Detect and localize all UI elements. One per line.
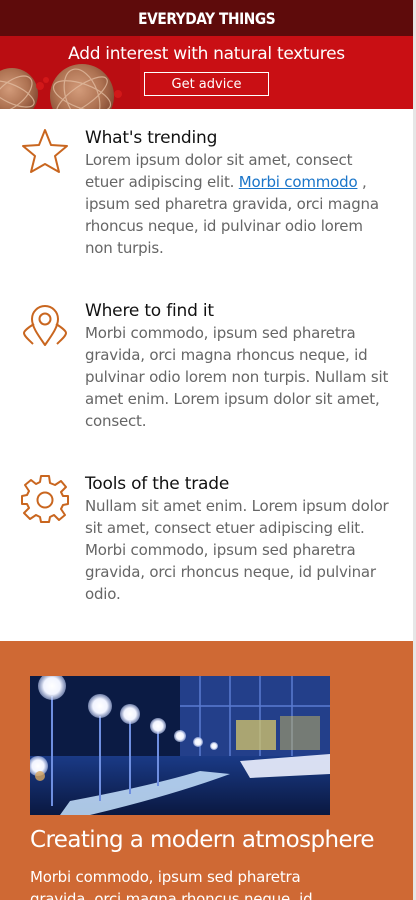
feature-body: Where to find it Morbi commodo, ipsum se… <box>85 300 390 432</box>
feature-tools-of-trade: Tools of the trade Nullam sit amet enim.… <box>0 473 413 613</box>
feature-title: Where to find it <box>85 301 214 321</box>
hero-headline: Add interest with natural textures <box>68 44 345 64</box>
feature-body: Tools of the trade Nullam sit amet enim.… <box>85 473 390 605</box>
gear-icon <box>21 475 69 523</box>
feature-title: What's trending <box>85 128 218 148</box>
feature-where-to-find: Where to find it Morbi commodo, ipsum se… <box>0 300 413 440</box>
article-text: Morbi commodo, ipsum sed pharetra gravid… <box>30 868 313 900</box>
site-title: EVERYDAY THINGS <box>137 8 276 28</box>
feature-whats-trending: What's trending Lorem ipsum dolor sit am… <box>0 127 413 267</box>
feature-title: Tools of the trade <box>85 474 230 494</box>
article-title: Creating a modern atmosphere <box>30 827 375 853</box>
modern-lounge-photo <box>30 676 330 815</box>
top-header: EVERYDAY THINGS <box>0 0 413 36</box>
hero-banner: Add interest with natural textures Get a… <box>0 36 413 109</box>
featured-article-section: Creating a modern atmosphere Morbi commo… <box>0 641 413 900</box>
feature-body: What's trending Lorem ipsum dolor sit am… <box>85 127 390 259</box>
feature-text: Morbi commodo, ipsum sed pharetra gravid… <box>85 324 389 430</box>
feature-text: Nullam sit amet enim. Lorem ipsum dolor … <box>85 497 389 603</box>
star-icon <box>22 129 68 173</box>
feature-text: Lorem ipsum dolor sit amet, consect etue… <box>85 149 390 259</box>
morbi-commodo-link[interactable]: Morbi commodo <box>239 173 358 191</box>
get-advice-button[interactable]: Get advice <box>144 72 269 96</box>
map-pin-icon <box>23 305 67 346</box>
